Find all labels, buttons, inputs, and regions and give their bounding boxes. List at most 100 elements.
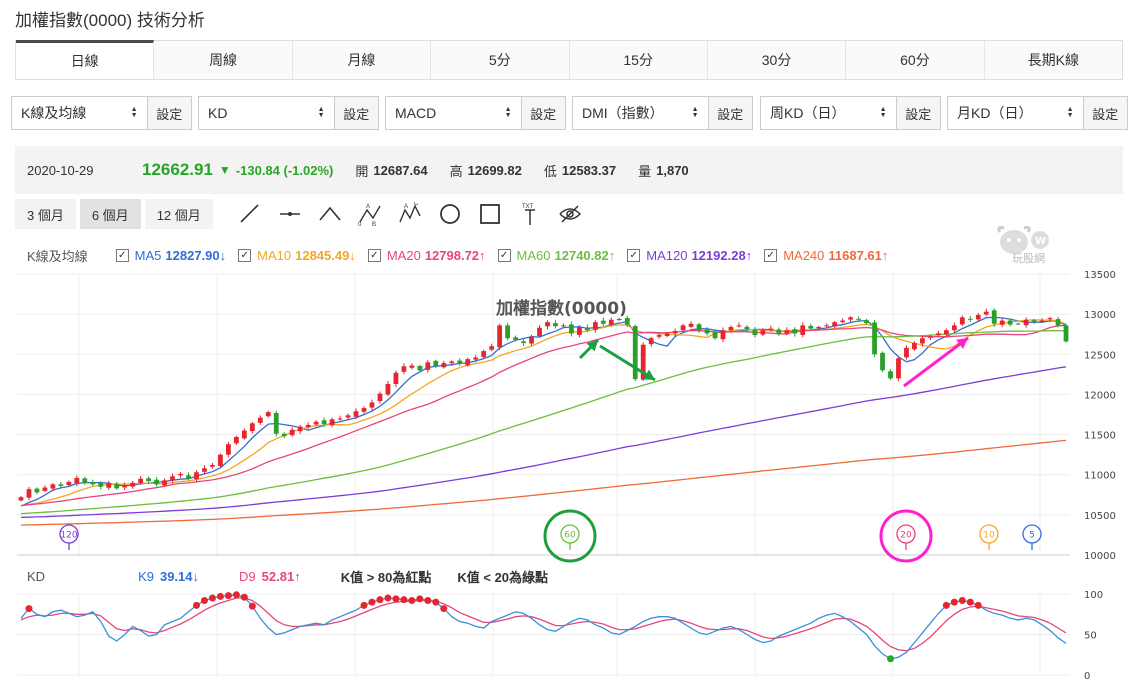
candle-body <box>943 330 949 335</box>
candle-body <box>114 483 120 489</box>
candle-body <box>648 338 654 345</box>
d-value: 52.81 <box>261 568 295 584</box>
k-red-dot <box>376 596 384 604</box>
ma-marker-label: 20 <box>900 531 912 541</box>
candle-body <box>50 484 56 489</box>
candle-body <box>265 412 271 417</box>
candle-body <box>600 320 606 324</box>
k-red-dot <box>25 605 33 613</box>
candle-body <box>1055 319 1061 326</box>
candle-body <box>975 314 981 320</box>
candle-body <box>505 325 510 339</box>
k-line <box>20 594 1067 660</box>
k-red-dot <box>958 596 966 604</box>
y-tick-label: 11500 <box>1084 431 1116 442</box>
k-red-dot <box>416 595 424 603</box>
kd-note-red: K值 > 80為紅點 <box>340 569 432 585</box>
candle-body <box>218 454 223 467</box>
candle-body <box>840 320 846 323</box>
candle-body <box>1023 319 1029 326</box>
candle-body <box>1039 320 1045 322</box>
candle-body <box>313 421 319 425</box>
k-red-dot <box>974 601 982 609</box>
candle-body <box>305 424 311 428</box>
candle-body <box>1015 323 1021 325</box>
candle-body <box>257 417 263 423</box>
candle-body <box>935 333 941 336</box>
k-red-dot <box>360 601 368 609</box>
candle-body <box>848 317 854 320</box>
candle-body <box>329 419 335 426</box>
candle-body <box>816 326 822 329</box>
candle-body <box>489 346 495 350</box>
ma-marker-label: 60 <box>564 531 576 541</box>
candle-body <box>728 326 734 331</box>
candle-body <box>154 479 159 485</box>
candle-body <box>162 480 167 486</box>
y-tick-label: 12500 <box>1084 350 1116 361</box>
candle-body <box>361 408 367 412</box>
candle-body <box>888 371 893 379</box>
k-red-dot <box>966 598 974 606</box>
candle-body <box>353 411 359 417</box>
candle-body <box>608 319 614 325</box>
candle-body <box>959 317 965 325</box>
k-red-dot <box>232 591 240 599</box>
candle-body <box>377 393 383 402</box>
ma-line-ma20 <box>20 324 1067 507</box>
candle-body <box>991 310 997 324</box>
d-label: D9 <box>239 568 256 584</box>
ma-line-ma5 <box>20 316 1067 507</box>
candle-body <box>736 325 742 327</box>
ma-marker-label: 120 <box>60 531 77 541</box>
candle-body <box>74 477 80 484</box>
candle-body <box>760 330 766 335</box>
candle-body <box>912 343 917 350</box>
candle-body <box>34 488 40 493</box>
candle-body <box>186 475 191 479</box>
y-tick-label: 10500 <box>1084 511 1116 522</box>
candle-body <box>122 485 128 488</box>
candle-body <box>688 323 694 327</box>
candle-body <box>66 481 72 485</box>
candle-body <box>920 338 925 344</box>
candle-body <box>768 328 774 330</box>
candle-body <box>704 329 710 334</box>
k-red-dot <box>200 596 208 604</box>
candle-body <box>82 478 88 483</box>
y-tick-label: 11000 <box>1084 471 1116 482</box>
k-red-dot <box>240 593 248 601</box>
k-red-dot <box>216 592 224 600</box>
kd-y-tick-label: 50 <box>1084 631 1097 642</box>
candle-body <box>696 324 702 331</box>
candle-body <box>58 484 64 486</box>
k-green-dot <box>887 655 895 663</box>
candle-body <box>497 325 503 348</box>
candle-body <box>664 333 670 336</box>
d-line <box>20 597 1067 652</box>
candle-body <box>569 324 574 334</box>
y-tick-label: 13500 <box>1084 270 1116 281</box>
candle-body <box>561 325 566 327</box>
k-red-dot <box>440 605 448 613</box>
candle-body <box>202 468 207 472</box>
candle-body <box>983 311 989 315</box>
k-red-dot <box>400 596 408 604</box>
candle-body <box>712 331 718 339</box>
candle-body <box>401 366 407 372</box>
kd-y-tick-label: 100 <box>1084 590 1103 601</box>
candle-body <box>473 357 479 360</box>
ma-marker-label: 5 <box>1029 531 1035 541</box>
candle-body <box>273 413 279 434</box>
candle-body <box>417 366 423 371</box>
ma-marker-label: 10 <box>983 531 995 541</box>
candle-body <box>465 359 471 366</box>
chart-title: 加權指數(0000) <box>495 298 627 319</box>
ma-line-ma60 <box>20 330 1067 515</box>
candle-body <box>393 372 399 384</box>
candle-body <box>433 360 439 367</box>
candle-body <box>792 329 798 334</box>
candle-body <box>776 329 782 334</box>
candle-body <box>138 478 144 484</box>
candle-body <box>345 415 351 418</box>
